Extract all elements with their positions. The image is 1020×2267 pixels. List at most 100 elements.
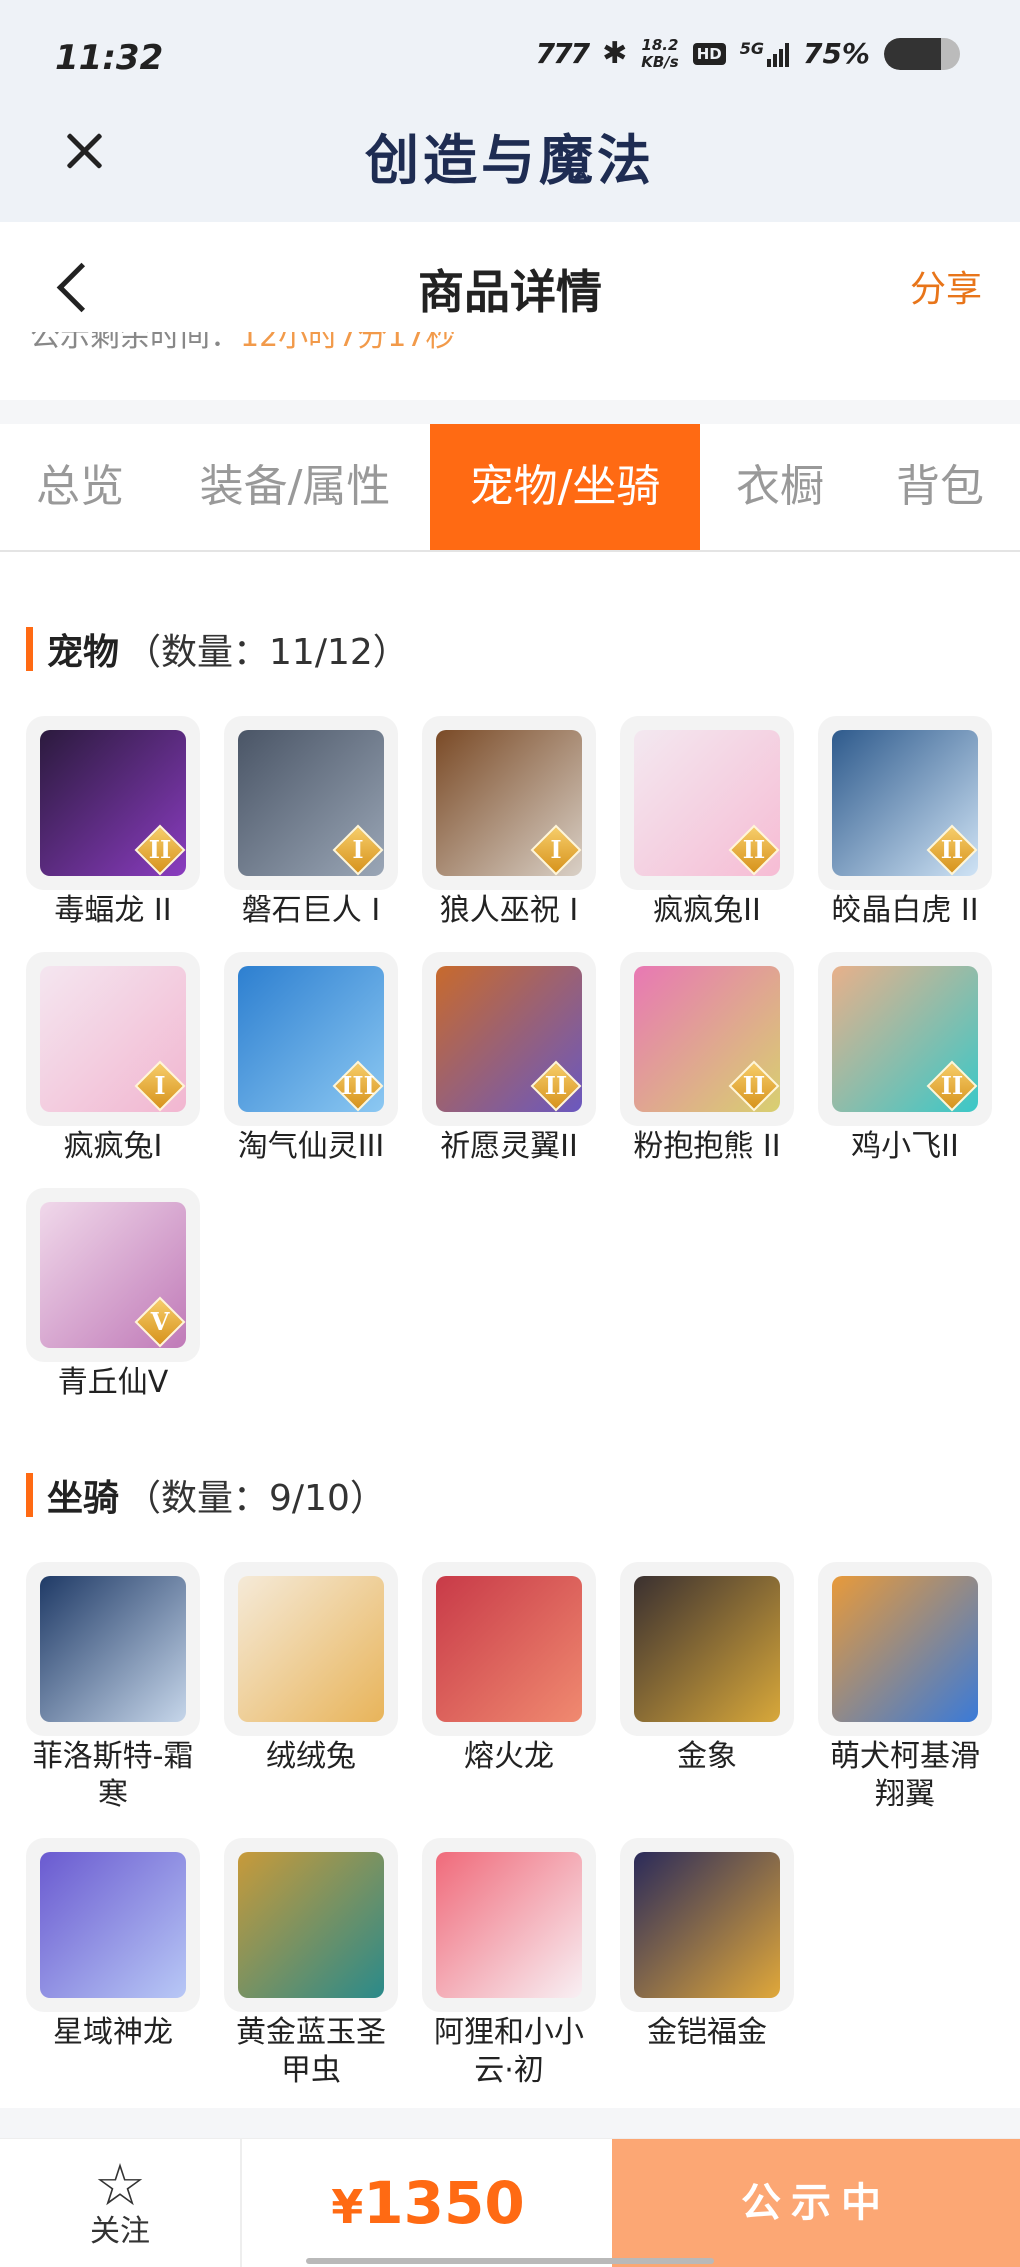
item-name: 磐石巨人 I — [241, 893, 381, 928]
tab-wardrobe[interactable]: 衣橱 — [700, 424, 860, 550]
tab-overview[interactable]: 总览 — [0, 424, 160, 550]
item-card[interactable]: 绒绒兔 — [224, 1562, 398, 1776]
pets-title: 宠物 — [47, 632, 120, 673]
item-name: 菲洛斯特-霜寒 — [32, 1739, 194, 1812]
tab-pets-mounts[interactable]: 宠物/坐骑 — [430, 424, 700, 550]
item-thumbnail: II — [26, 716, 200, 890]
mounts-section-header: 坐骑 （数量：9/10） — [26, 1470, 386, 1520]
item-name: 淘气仙灵III — [237, 1129, 385, 1164]
item-thumbnail: II — [818, 952, 992, 1126]
item-thumbnail: I — [422, 716, 596, 890]
battery-percent: 75% — [802, 37, 870, 70]
public-timer-label: 公示剩余时间： — [30, 332, 240, 350]
item-thumbnail: I — [224, 716, 398, 890]
section-accent — [26, 627, 33, 671]
item-card[interactable]: I 磐石巨人 I — [224, 716, 398, 930]
mounts-title: 坐骑 — [47, 1478, 120, 1519]
item-card[interactable]: 星域神龙 — [26, 1838, 200, 2052]
item-card[interactable]: V 青丘仙V — [26, 1188, 200, 1402]
item-thumbnail — [818, 1562, 992, 1736]
item-thumbnail: II — [620, 716, 794, 890]
bottom-bar: ☆ 关注 ¥1350 公示中 — [0, 2138, 1020, 2267]
item-card[interactable]: II 祈愿灵翼II — [422, 952, 596, 1166]
hd-icon: HD — [692, 42, 726, 65]
currency-symbol: ¥ — [331, 2180, 364, 2234]
item-name: 皎晶白虎 II — [831, 893, 979, 928]
grade-badge-text: I — [550, 835, 562, 864]
item-card[interactable]: II 毒蝠龙 II — [26, 716, 200, 930]
item-card[interactable]: III 淘气仙灵III — [224, 952, 398, 1166]
home-indicator[interactable] — [306, 2258, 714, 2264]
item-thumbnail — [422, 1838, 596, 2012]
share-button[interactable]: 分享 — [910, 260, 982, 312]
item-name: 狼人巫祝 I — [439, 893, 579, 928]
tab-bar: 总览 装备/属性 宠物/坐骑 衣橱 背包 — [0, 424, 1020, 552]
item-image — [436, 1576, 582, 1722]
item-card[interactable]: 黄金蓝玉圣甲虫 — [224, 1838, 398, 2090]
tab-backpack[interactable]: 背包 — [860, 424, 1020, 550]
battery-fill — [884, 37, 941, 70]
item-card[interactable]: 金象 — [620, 1562, 794, 1776]
nfc-icon: 777 — [535, 37, 590, 70]
item-card[interactable]: I 疯疯兔I — [26, 952, 200, 1166]
follow-label: 关注 — [90, 2214, 150, 2249]
grade-badge-text: II — [940, 835, 964, 864]
grade-badge-text: II — [544, 1071, 568, 1100]
item-name: 萌犬柯基滑翔翼 — [830, 1739, 980, 1812]
item-thumbnail — [620, 1838, 794, 2012]
divider-band — [0, 2108, 1020, 2138]
item-name: 熔火龙 — [464, 1739, 554, 1774]
item-thumbnail: II — [818, 716, 992, 890]
item-card[interactable]: 萌犬柯基滑翔翼 — [818, 1562, 992, 1814]
item-card[interactable]: II 皎晶白虎 II — [818, 716, 992, 930]
item-name: 阿狸和小小云·初 — [434, 2015, 584, 2088]
grade-badge-text: III — [341, 1071, 375, 1100]
item-name: 黄金蓝玉圣甲虫 — [236, 2015, 386, 2088]
item-thumbnail: II — [620, 952, 794, 1126]
item-name: 鸡小飞II — [851, 1129, 959, 1164]
price: ¥1350 — [244, 2139, 612, 2267]
item-card[interactable]: 阿狸和小小云·初 — [422, 1838, 596, 2090]
item-thumbnail — [26, 1562, 200, 1736]
item-card[interactable]: 金铠福金 — [620, 1838, 794, 2052]
battery-icon — [884, 37, 960, 70]
item-name: 绒绒兔 — [266, 1739, 356, 1774]
item-card[interactable]: II 粉抱抱熊 II — [620, 952, 794, 1166]
status-icons: 777 ✱ 18.2 KB/s HD 5G 75% — [536, 36, 960, 71]
public-status-button[interactable]: 公示中 — [612, 2139, 1020, 2267]
item-card[interactable]: II 疯疯兔II — [620, 716, 794, 930]
item-image — [40, 1852, 186, 1998]
item-name: 毒蝠龙 II — [54, 893, 172, 928]
net-speed: 18.2 KB/s — [641, 35, 679, 71]
item-card[interactable]: I 狼人巫祝 I — [422, 716, 596, 930]
item-thumbnail — [422, 1562, 596, 1736]
net-speed-value: 18.2 — [641, 35, 679, 54]
item-thumbnail: V — [26, 1188, 200, 1362]
item-name: 疯疯兔II — [653, 893, 761, 928]
item-name: 金象 — [677, 1739, 737, 1774]
grade-badge-text: II — [742, 835, 766, 864]
item-thumbnail: I — [26, 952, 200, 1126]
star-icon: ☆ — [94, 2151, 146, 2219]
item-card[interactable]: 熔火龙 — [422, 1562, 596, 1776]
item-card[interactable]: II 鸡小飞II — [818, 952, 992, 1166]
tab-equipment[interactable]: 装备/属性 — [160, 424, 430, 550]
grade-badge-text: II — [148, 835, 172, 864]
item-image — [238, 1576, 384, 1722]
item-name: 星域神龙 — [53, 2015, 173, 2050]
item-image — [634, 1576, 780, 1722]
grade-badge-text: I — [352, 835, 364, 864]
item-thumbnail: III — [224, 952, 398, 1126]
public-timer: 公示剩余时间：12小时7分17秒 — [30, 332, 455, 350]
status-bar: 11:32 777 ✱ 18.2 KB/s HD 5G 75% — [0, 0, 1020, 110]
follow-button[interactable]: ☆ 关注 — [0, 2139, 242, 2267]
app-header: 创造与魔法 — [0, 110, 1020, 222]
price-amount: 1350 — [363, 2169, 525, 2237]
item-image — [40, 1576, 186, 1722]
pets-count: （数量：11/12） — [125, 632, 409, 673]
item-image — [832, 1576, 978, 1722]
item-name: 粉抱抱熊 II — [633, 1129, 781, 1164]
item-thumbnail — [26, 1838, 200, 2012]
item-image — [436, 1852, 582, 1998]
item-card[interactable]: 菲洛斯特-霜寒 — [26, 1562, 200, 1814]
